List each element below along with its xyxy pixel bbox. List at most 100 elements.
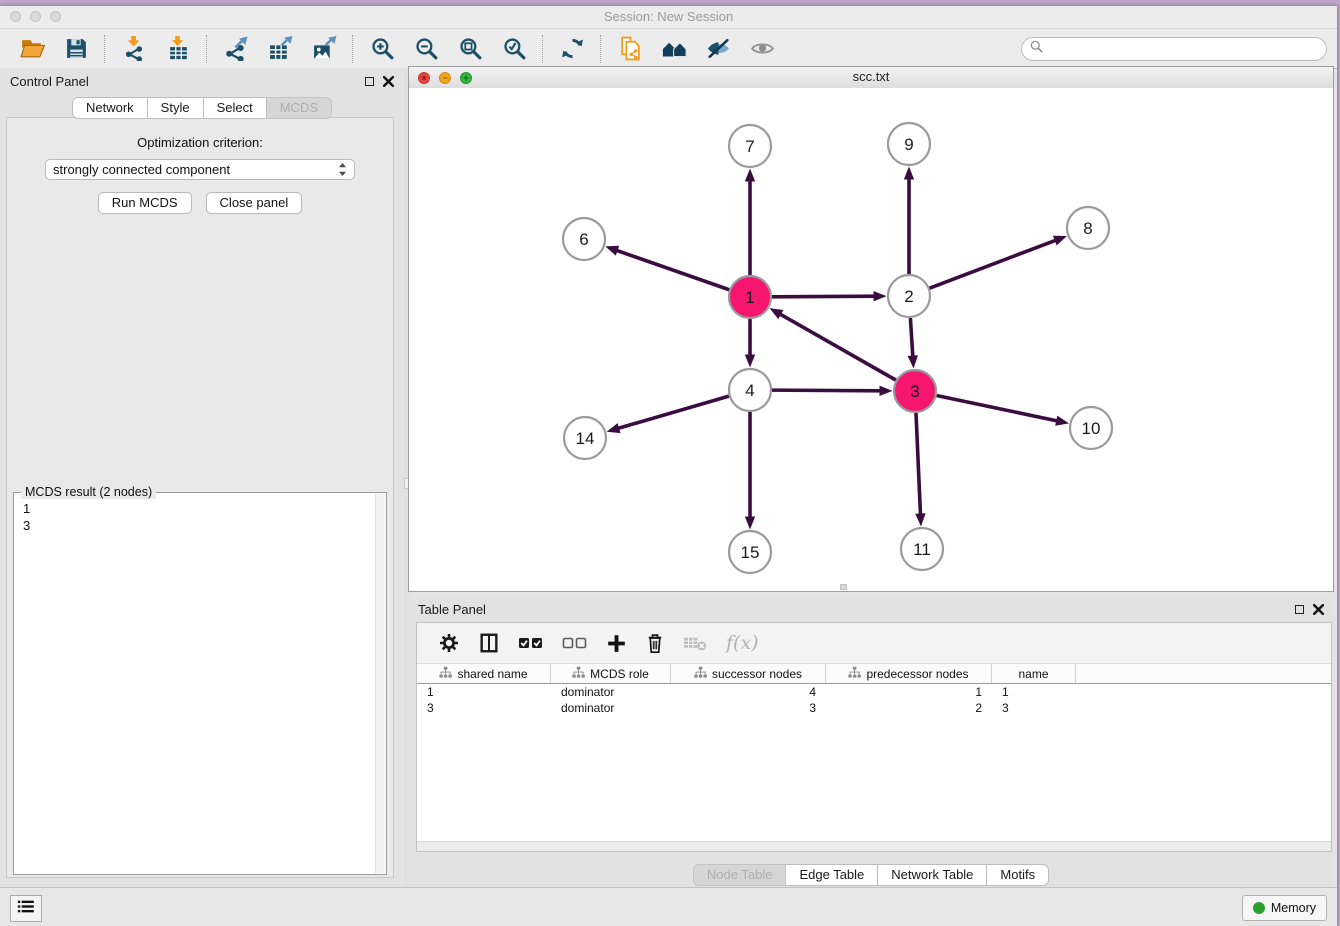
control-panel: Control Panel NetworkStyleSelectMCDS Opt… (0, 68, 404, 888)
table-panel-title: Table Panel (418, 602, 486, 617)
cell-name[interactable]: 3 (992, 700, 1076, 716)
table-settings-icon[interactable] (438, 630, 460, 656)
edge-3-11[interactable] (915, 413, 925, 527)
edge-4-15[interactable] (745, 412, 755, 530)
delete-row-icon[interactable] (645, 630, 665, 656)
select-all-icon[interactable] (518, 630, 544, 656)
node-6[interactable]: 6 (563, 218, 605, 260)
node-14[interactable]: 14 (564, 417, 606, 459)
node-9[interactable]: 9 (888, 123, 930, 165)
add-row-icon[interactable] (606, 630, 627, 656)
node-7[interactable]: 7 (729, 125, 771, 167)
zoom-out-icon[interactable] (413, 36, 439, 62)
show-all-icon[interactable] (749, 36, 775, 62)
tab-node-table[interactable]: Node Table (693, 864, 787, 886)
column-header-shared-name[interactable]: shared name (417, 664, 551, 683)
cell-successor-nodes[interactable]: 4 (671, 684, 826, 700)
tab-edge-table[interactable]: Edge Table (786, 864, 878, 886)
export-table-icon[interactable] (267, 36, 293, 62)
edge-4-3[interactable] (772, 386, 893, 396)
hide-selected-icon[interactable] (705, 36, 731, 62)
edge-1-6[interactable] (605, 246, 729, 290)
column-header-label: predecessor nodes (866, 667, 968, 681)
cell-predecessor-nodes[interactable]: 2 (826, 700, 992, 716)
node-3[interactable]: 3 (894, 370, 936, 412)
save-session-icon[interactable] (63, 36, 89, 62)
table-horizontal-scrollbar[interactable] (417, 841, 1331, 851)
control-panel-close-icon[interactable] (383, 76, 394, 87)
zoom-selected-icon[interactable] (501, 36, 527, 62)
window-close-button[interactable] (10, 11, 21, 22)
window-zoom-button[interactable] (50, 11, 61, 22)
cell-successor-nodes[interactable]: 3 (671, 700, 826, 716)
window-minimize-button[interactable] (30, 11, 41, 22)
tab-style[interactable]: Style (148, 97, 204, 119)
node-15[interactable]: 15 (729, 531, 771, 573)
export-network-icon[interactable] (223, 36, 249, 62)
memory-button[interactable]: Memory (1242, 895, 1327, 921)
search-input[interactable] (1048, 41, 1318, 57)
import-network-icon[interactable] (121, 36, 147, 62)
table-row[interactable]: 1dominator411 (417, 684, 1331, 700)
node-2[interactable]: 2 (888, 275, 930, 317)
close-panel-button[interactable]: Close panel (206, 192, 303, 214)
cell-mcds-role[interactable]: dominator (551, 684, 671, 700)
edge-2-8[interactable] (930, 236, 1067, 288)
zoom-fit-icon[interactable] (457, 36, 483, 62)
edge-3-10[interactable] (937, 396, 1069, 426)
zoom-in-icon[interactable] (369, 36, 395, 62)
tab-mcds[interactable]: MCDS (267, 97, 332, 119)
table-body: 1dominator4113dominator323 (417, 684, 1331, 716)
tab-network-table[interactable]: Network Table (878, 864, 987, 886)
control-panel-float-icon[interactable] (365, 77, 374, 86)
criterion-dropdown[interactable]: strongly connected component (45, 159, 355, 180)
tab-motifs[interactable]: Motifs (987, 864, 1049, 886)
search-box[interactable] (1021, 37, 1327, 61)
column-header-successor-nodes[interactable]: successor nodes (671, 664, 826, 683)
edge-1-4[interactable] (745, 319, 755, 368)
edge-1-7[interactable] (745, 169, 755, 276)
edge-2-9[interactable] (904, 167, 914, 275)
node-1[interactable]: 1 (729, 276, 771, 318)
column-header-mcds-role[interactable]: MCDS role (551, 664, 671, 683)
table-row[interactable]: 3dominator323 (417, 700, 1331, 716)
column-header-name[interactable]: name (992, 664, 1076, 683)
network-close-button[interactable]: × (418, 72, 430, 84)
network-canvas[interactable]: 7 9 6 8 1 2 4 3 14 10 15 11 (409, 88, 1333, 591)
column-header-predecessor-nodes[interactable]: predecessor nodes (826, 664, 992, 683)
tab-network[interactable]: Network (72, 97, 148, 119)
cell-shared-name[interactable]: 1 (417, 684, 551, 700)
refresh-layout-icon[interactable] (559, 36, 585, 62)
network-window-titlebar[interactable]: × − + scc.txt (409, 67, 1333, 89)
edge-1-2[interactable] (772, 291, 887, 301)
import-table-icon[interactable] (165, 36, 191, 62)
node-8[interactable]: 8 (1067, 207, 1109, 249)
mcds-result-scrollbar[interactable] (375, 494, 385, 873)
node-11[interactable]: 11 (901, 528, 943, 570)
copy-network-icon[interactable] (617, 36, 643, 62)
network-minimize-button[interactable]: − (439, 72, 451, 84)
control-panel-title: Control Panel (10, 74, 89, 89)
edge-4-14[interactable] (607, 396, 729, 433)
edge-3-1[interactable] (770, 308, 896, 380)
window-titlebar: Session: New Session (0, 6, 1337, 29)
export-image-icon[interactable] (311, 36, 337, 62)
tab-select[interactable]: Select (204, 97, 267, 119)
run-mcds-button[interactable]: Run MCDS (98, 192, 192, 214)
edge-2-3[interactable] (908, 318, 918, 369)
table-panel-float-icon[interactable] (1295, 605, 1304, 614)
cell-predecessor-nodes[interactable]: 1 (826, 684, 992, 700)
first-neighbors-icon[interactable] (661, 36, 687, 62)
node-10[interactable]: 10 (1070, 407, 1112, 449)
canvas-scroll-thumb[interactable] (840, 584, 847, 590)
open-file-icon[interactable] (19, 36, 45, 62)
cell-mcds-role[interactable]: dominator (551, 700, 671, 716)
cell-name[interactable]: 1 (992, 684, 1076, 700)
deselect-all-icon[interactable] (562, 630, 588, 656)
node-4[interactable]: 4 (729, 369, 771, 411)
table-panel-close-icon[interactable] (1313, 604, 1324, 615)
show-columns-icon[interactable] (478, 630, 500, 656)
status-list-button[interactable] (10, 895, 42, 922)
cell-shared-name[interactable]: 3 (417, 700, 551, 716)
network-zoom-button[interactable]: + (460, 72, 472, 84)
